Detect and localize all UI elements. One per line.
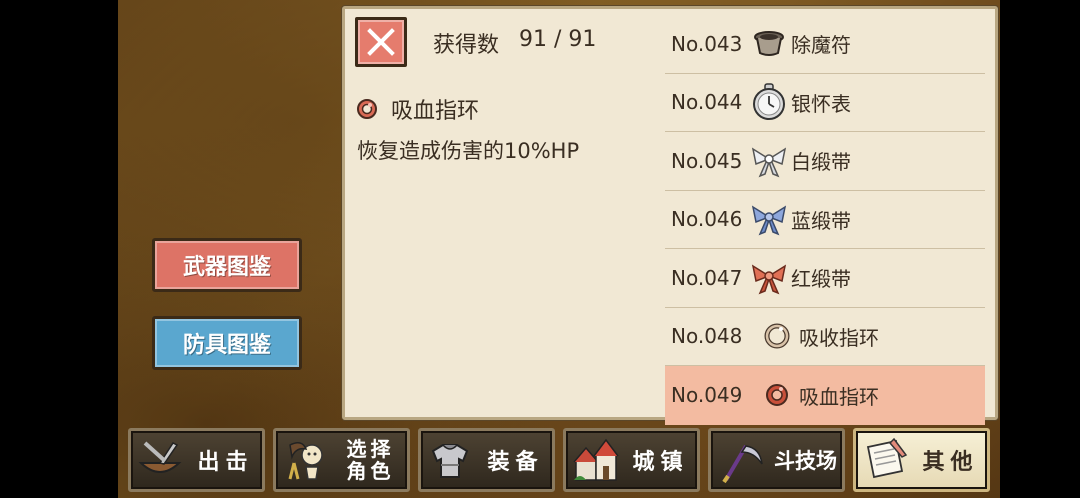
red-ring-icon bbox=[357, 99, 377, 119]
armor-catalog-button[interactable]: 防具图鉴 bbox=[152, 316, 302, 370]
item-list[interactable]: No.043 除魔符 No.044 银怀表 No.045 白缎带 No.046 … bbox=[665, 15, 985, 425]
item-number: No.044 bbox=[671, 90, 743, 115]
tab-label: 选择 角色 bbox=[346, 437, 395, 483]
character-icon bbox=[276, 431, 334, 489]
selected-item-name: 吸血指环 bbox=[391, 99, 480, 124]
tab-label: 斗技场 bbox=[774, 449, 837, 473]
list-item[interactable]: No.046 蓝缎带 bbox=[665, 191, 985, 249]
tab-label: 出击 bbox=[197, 450, 254, 475]
item-name: 蓝缎带 bbox=[791, 208, 851, 233]
item-name: 红缎带 bbox=[791, 267, 851, 292]
item-number: No.045 bbox=[671, 148, 743, 173]
obtained-count-value: 91 / 91 bbox=[519, 27, 597, 52]
pocket-watch-icon bbox=[749, 82, 789, 122]
list-item[interactable]: No.047 红缎带 bbox=[665, 249, 985, 308]
item-name: 吸收指环 bbox=[799, 325, 879, 350]
boat-icon bbox=[131, 431, 189, 489]
tab-label: 其他 bbox=[922, 450, 979, 475]
item-name: 银怀表 bbox=[791, 91, 851, 116]
tab-label: 城镇 bbox=[632, 450, 689, 475]
tab-arena[interactable]: 斗技场 bbox=[708, 428, 845, 492]
red-ring-icon bbox=[757, 375, 797, 415]
item-number: No.049 bbox=[671, 383, 743, 408]
scythe-icon bbox=[711, 431, 769, 489]
obtained-count-label: 获得数 bbox=[433, 33, 500, 58]
close-icon bbox=[367, 28, 395, 56]
tab-town[interactable]: 城镇 bbox=[563, 428, 700, 492]
weapon-catalog-button[interactable]: 武器图鉴 bbox=[152, 238, 302, 292]
item-number: No.046 bbox=[671, 207, 743, 232]
tab-label: 装备 bbox=[487, 450, 544, 475]
selected-item-title: 吸血指环 bbox=[355, 93, 479, 125]
scroll-icon bbox=[856, 431, 914, 489]
bottom-nav-bar: 出击 选择 角色 装备 城镇 斗技场 其他 bbox=[128, 428, 994, 494]
red-ribbon-icon bbox=[749, 258, 789, 298]
list-item[interactable]: No.043 除魔符 bbox=[665, 15, 985, 74]
list-item[interactable]: No.044 银怀表 bbox=[665, 74, 985, 132]
close-button[interactable] bbox=[355, 17, 407, 67]
pot-icon bbox=[749, 24, 789, 64]
list-item[interactable]: No.045 白缎带 bbox=[665, 132, 985, 191]
item-number: No.043 bbox=[671, 31, 743, 56]
silver-ring-icon bbox=[757, 316, 797, 356]
item-name: 白缎带 bbox=[791, 150, 851, 175]
armor-icon bbox=[421, 431, 479, 489]
item-name: 除魔符 bbox=[791, 33, 851, 58]
town-icon bbox=[566, 431, 624, 489]
tab-equipment[interactable]: 装备 bbox=[418, 428, 555, 492]
item-number: No.048 bbox=[671, 324, 743, 349]
list-item[interactable]: No.048 吸收指环 bbox=[665, 308, 985, 366]
item-number: No.047 bbox=[671, 265, 743, 290]
catalog-panel: 获得数 91 / 91 吸血指环 恢复造成伤害的10%HP No.043 除魔符… bbox=[342, 6, 998, 425]
white-ribbon-icon bbox=[749, 141, 789, 181]
list-item-selected[interactable]: No.049 吸血指环 bbox=[665, 366, 985, 425]
tab-sortie[interactable]: 出击 bbox=[128, 428, 265, 492]
item-name: 吸血指环 bbox=[799, 384, 879, 409]
game-screen: 武器图鉴 防具图鉴 获得数 91 / 91 吸血指环 恢复造成伤害的10%HP … bbox=[118, 0, 1000, 498]
blue-ribbon-icon bbox=[749, 199, 789, 239]
selected-item-description: 恢复造成伤害的10%HP bbox=[357, 139, 580, 163]
tab-other[interactable]: 其他 bbox=[853, 428, 990, 492]
tab-select-character[interactable]: 选择 角色 bbox=[273, 428, 410, 492]
